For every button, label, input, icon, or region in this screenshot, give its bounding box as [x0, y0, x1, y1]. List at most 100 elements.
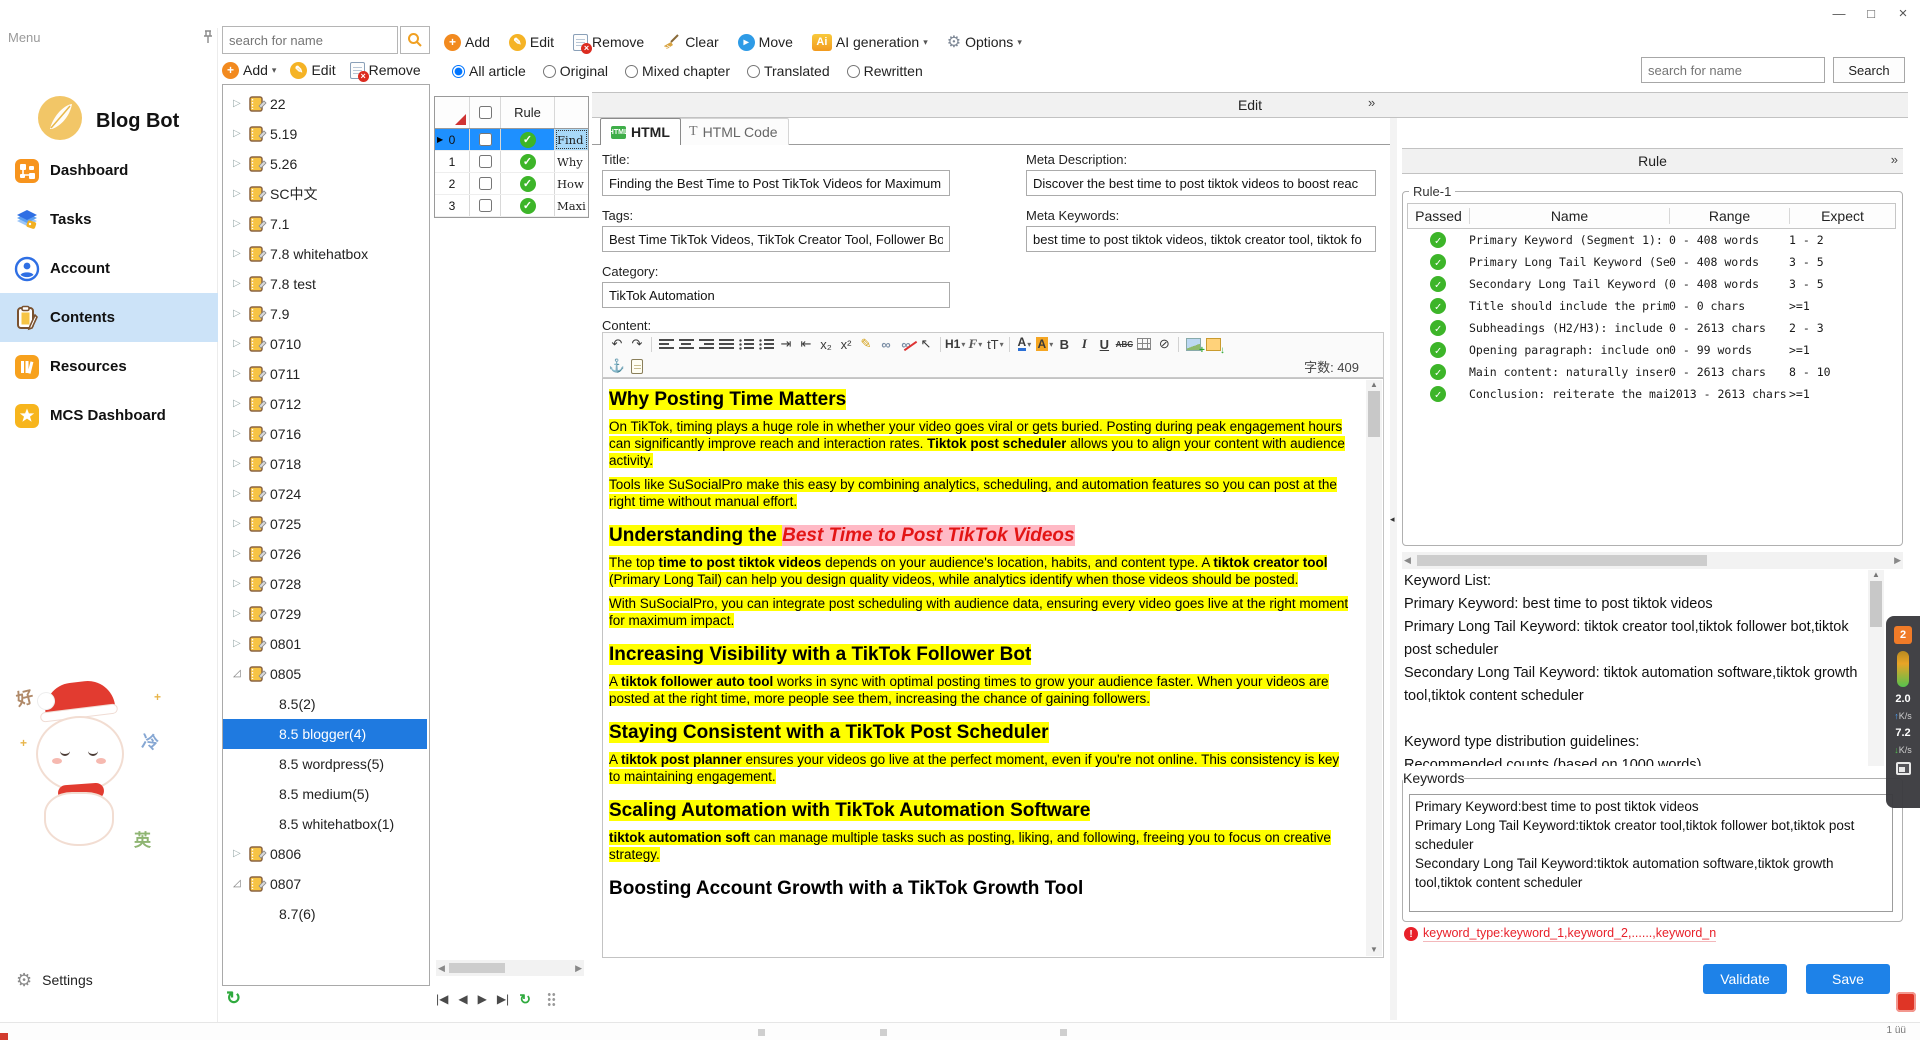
tree-expander-icon[interactable]	[233, 389, 247, 419]
options-button[interactable]: ⚙Options▾	[947, 32, 1022, 52]
link-icon[interactable]: ∞	[876, 335, 896, 354]
undo-icon[interactable]: ↶	[607, 335, 627, 354]
tree-item[interactable]: 8.5 whitehatbox(1)	[223, 809, 429, 839]
rule-row[interactable]: Subheadings (H2/H3): include ... 0 - 261…	[1407, 317, 1896, 339]
radio-rewritten[interactable]	[847, 65, 860, 78]
row-checkbox[interactable]	[479, 199, 492, 212]
tree-expander-icon[interactable]	[233, 329, 247, 359]
scrollbar-thumb[interactable]	[1870, 581, 1882, 627]
scroll-up-icon[interactable]: ▲	[1370, 380, 1378, 389]
insert-media-icon[interactable]	[1203, 335, 1223, 354]
tree-search-input[interactable]	[222, 26, 398, 54]
rule-row[interactable]: Primary Long Tail Keyword (Se... 0 - 408…	[1407, 251, 1896, 273]
table-horizontal-scrollbar[interactable]: ◀ ▶	[436, 960, 584, 976]
article-row[interactable]: ▶0 Find	[435, 129, 588, 151]
tree-item[interactable]: 8.5 medium(5)	[223, 779, 429, 809]
scrollbar-thumb[interactable]	[1368, 391, 1380, 437]
row-checkbox[interactable]	[479, 155, 492, 168]
paste-icon[interactable]	[627, 357, 647, 376]
align-left-icon[interactable]	[656, 335, 676, 354]
sidebar-item-tasks[interactable]: Tasks	[0, 195, 218, 244]
rule-row[interactable]: Main content: naturally inser... 0 - 261…	[1407, 361, 1896, 383]
tree-expander-icon[interactable]	[233, 839, 247, 869]
category-field[interactable]	[602, 282, 950, 308]
last-page-button[interactable]: ▶|	[497, 992, 509, 1006]
redo-icon[interactable]: ↷	[627, 335, 647, 354]
tree-item[interactable]: 0728	[223, 569, 429, 599]
sidebar-item-account[interactable]: Account	[0, 244, 218, 293]
scroll-right-icon[interactable]: ▶	[575, 963, 582, 974]
keyword-vertical-scrollbar[interactable]: ▲	[1868, 570, 1884, 766]
tree-remove-button[interactable]: Remove	[350, 62, 421, 79]
collapse-panel-icon[interactable]: »	[1368, 95, 1375, 110]
minimize-icon[interactable]: —	[1824, 2, 1854, 24]
tree-item[interactable]: 0724	[223, 479, 429, 509]
rule-row[interactable]: Conclusion: reiterate the mai... 2013 - …	[1407, 383, 1896, 405]
filter-mixed-chapter[interactable]: Mixed chapter	[625, 63, 730, 79]
header-checkbox[interactable]	[479, 106, 492, 119]
tree-item[interactable]: 7.1	[223, 209, 429, 239]
tree-expander-icon[interactable]	[233, 299, 247, 329]
tree-item[interactable]: 7.9	[223, 299, 429, 329]
strikethrough-icon[interactable]: ABC	[1114, 335, 1134, 354]
outdent-icon[interactable]: ⇤	[796, 335, 816, 354]
tree-expander-icon[interactable]	[233, 269, 247, 299]
tree-expander-icon[interactable]	[233, 119, 247, 149]
indent-icon[interactable]: ⇥	[776, 335, 796, 354]
article-row[interactable]: 1 Why	[435, 151, 588, 173]
tab-html-code[interactable]: T HTML Code	[678, 118, 789, 145]
tree-search-button[interactable]	[400, 26, 430, 54]
radio-all-article[interactable]	[452, 65, 465, 78]
heading-icon[interactable]: H1▾	[945, 335, 965, 354]
row-checkbox[interactable]	[479, 133, 492, 146]
sidebar-item-mcs-dashboard[interactable]: MCS Dashboard	[0, 391, 218, 440]
tree-item[interactable]: 8.5(2)	[223, 689, 429, 719]
radio-translated[interactable]	[747, 65, 760, 78]
scrollbar-thumb[interactable]	[1417, 555, 1707, 566]
row-checkbox[interactable]	[479, 177, 492, 190]
rule-row[interactable]: Primary Keyword (Segment 1): ... 0 - 408…	[1407, 229, 1896, 251]
tree-item[interactable]: 8.5 wordpress(5)	[223, 749, 429, 779]
select-all-triangle-icon[interactable]	[455, 114, 466, 125]
bold-icon[interactable]: B	[1054, 335, 1074, 354]
font-size-icon[interactable]: tT▾	[985, 335, 1005, 354]
tree-item[interactable]: 0725	[223, 509, 429, 539]
filter-rewritten[interactable]: Rewritten	[847, 63, 923, 79]
add-button[interactable]: +Add	[444, 34, 490, 51]
tree-expander-icon[interactable]	[233, 629, 247, 659]
title-field[interactable]	[602, 170, 950, 196]
ai-generation-button[interactable]: AiAI generation▾	[812, 34, 928, 51]
unlink-icon[interactable]: ∞	[896, 335, 916, 354]
italic-icon[interactable]: I	[1074, 335, 1094, 354]
collapse-panel-icon[interactable]: »	[1891, 152, 1898, 167]
tree-expander-icon[interactable]	[233, 89, 247, 119]
filter-translated[interactable]: Translated	[747, 63, 830, 79]
edit-button[interactable]: ✎Edit	[509, 34, 554, 51]
tree-item[interactable]: SC中文	[223, 179, 429, 209]
pointer-icon[interactable]: ↖	[916, 335, 936, 354]
rule-row[interactable]: Opening paragraph: include on... 0 - 99 …	[1407, 339, 1896, 361]
tree-item[interactable]: 22	[223, 89, 429, 119]
scroll-left-icon[interactable]: ◀	[1404, 555, 1411, 566]
ordered-list-icon[interactable]	[736, 335, 756, 354]
scroll-up-icon[interactable]: ▲	[1872, 570, 1880, 579]
tree-expander-icon[interactable]	[233, 599, 247, 629]
refresh-icon[interactable]: ↻	[226, 988, 241, 1009]
font-color-icon[interactable]: A▾	[1014, 335, 1034, 354]
align-justify-icon[interactable]	[716, 335, 736, 354]
sidebar-item-dashboard[interactable]: Dashboard	[0, 146, 218, 195]
tree-expander-icon[interactable]	[233, 239, 247, 269]
superscript-icon[interactable]: x²	[836, 335, 856, 354]
radio-mixed-chapter[interactable]	[625, 65, 638, 78]
rule-row[interactable]: Title should include the prim... 0 - 0 c…	[1407, 295, 1896, 317]
tree-item[interactable]: 5.19	[223, 119, 429, 149]
article-row[interactable]: 2 How	[435, 173, 588, 195]
tree-expander-icon[interactable]	[233, 419, 247, 449]
scroll-right-icon[interactable]: ▶	[1894, 555, 1901, 566]
tree-item[interactable]: 0711	[223, 359, 429, 389]
filter-original[interactable]: Original	[543, 63, 608, 79]
table-grid-icon[interactable]	[1134, 335, 1154, 354]
brush-icon[interactable]: ✎	[856, 335, 876, 354]
first-page-button[interactable]: |◀	[436, 992, 448, 1006]
content-editor[interactable]: Why Posting Time MattersOn TikTok, timin…	[602, 378, 1384, 958]
